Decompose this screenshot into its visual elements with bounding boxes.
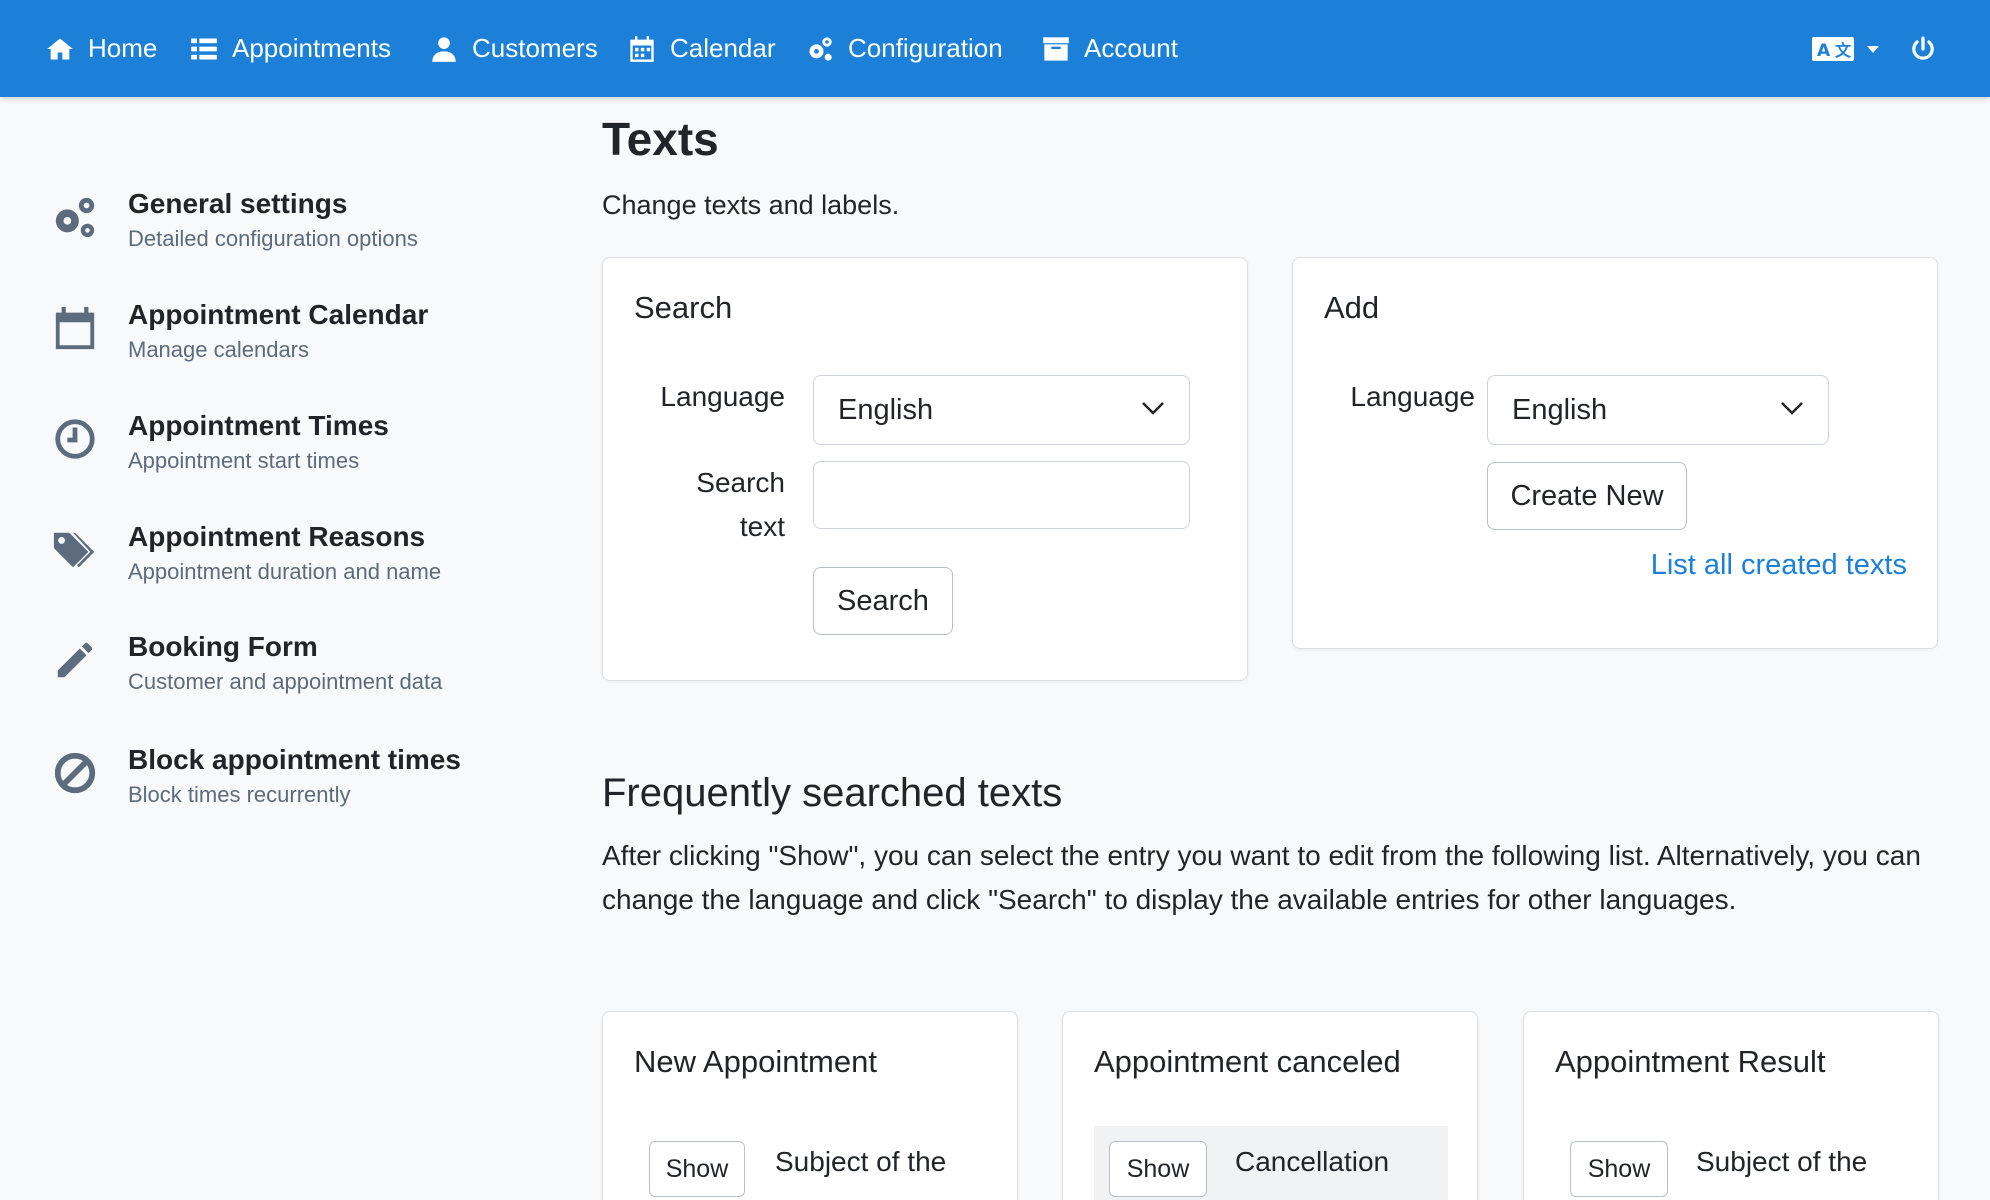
cogs-icon <box>809 36 832 61</box>
add-language-value: English <box>1512 393 1608 426</box>
frequent-card-appointment-canceled: Appointment canceled Show Cancellation <box>1062 1011 1478 1200</box>
page-lead: Change texts and labels. <box>602 190 900 220</box>
archive-icon <box>1043 36 1069 61</box>
sidebar-item-booking-form[interactable]: Booking Form Customer and appointment da… <box>52 631 512 721</box>
sidebar-item-title: Booking Form <box>128 631 318 662</box>
chevron-down-icon <box>1781 402 1803 415</box>
frequent-card-title: New Appointment <box>634 1044 877 1079</box>
svg-text:文: 文 <box>1835 41 1852 60</box>
frequent-card-title: Appointment canceled <box>1094 1044 1401 1079</box>
entry-text: Subject of the <box>775 1146 947 1177</box>
nav-calendar[interactable]: Calendar <box>628 0 776 97</box>
sidebar-item-appointment-calendar[interactable]: Appointment Calendar Manage calendars <box>52 299 512 389</box>
sidebar-item-subtitle: Customer and appointment data <box>128 669 443 694</box>
add-language-select[interactable]: English <box>1487 375 1829 445</box>
search-language-value: English <box>838 393 934 426</box>
add-language-label: Language <box>1350 381 1475 412</box>
search-button[interactable]: Search <box>813 567 953 635</box>
show-button[interactable]: Show <box>649 1141 745 1197</box>
power-icon <box>1912 36 1934 60</box>
svg-text:A: A <box>1817 41 1831 61</box>
sidebar-item-subtitle: Detailed configuration options <box>128 226 418 251</box>
pencil-icon <box>52 637 98 683</box>
user-icon <box>432 36 456 62</box>
language-icon: A文 <box>1812 36 1854 61</box>
show-button[interactable]: Show <box>1570 1141 1668 1197</box>
nav-home[interactable]: Home <box>46 0 157 97</box>
top-navbar: Home Appointments Customers Calendar Con… <box>0 0 1990 97</box>
clock-icon <box>52 416 98 462</box>
frequent-description: After clicking "Show", you can select th… <box>602 840 1921 915</box>
nav-configuration-label: Configuration <box>848 33 1003 63</box>
sidebar-item-appointment-reasons[interactable]: Appointment Reasons Appointment duration… <box>52 521 512 611</box>
tags-icon <box>52 527 98 573</box>
sidebar-item-subtitle: Block times recurrently <box>128 782 351 807</box>
sidebar-item-general-settings[interactable]: General settings Detailed configuration … <box>52 188 512 278</box>
logout-button[interactable] <box>1910 0 1936 97</box>
sidebar-item-title: Appointment Calendar <box>128 299 429 330</box>
calendar-icon <box>52 305 98 351</box>
nav-account-label: Account <box>1084 33 1178 63</box>
sidebar-item-subtitle: Manage calendars <box>128 337 310 362</box>
calendar-icon <box>630 35 654 62</box>
page-title: Texts <box>602 113 719 165</box>
frequent-title: Frequently searched texts <box>602 771 1063 815</box>
nav-customers-label: Customers <box>472 33 598 63</box>
add-card: Add Language English Create New List all… <box>1292 257 1938 649</box>
cogs-icon <box>52 194 98 240</box>
show-button[interactable]: Show <box>1109 1141 1207 1197</box>
sidebar-item-subtitle: Appointment duration and name <box>128 559 442 584</box>
nav-calendar-label: Calendar <box>670 33 776 63</box>
list-icon <box>191 38 217 59</box>
nav-appointments[interactable]: Appointments <box>190 0 391 97</box>
language-dropdown[interactable]: A文 <box>1812 0 1880 97</box>
create-new-button[interactable]: Create New <box>1487 462 1687 530</box>
nav-customers[interactable]: Customers <box>430 0 598 97</box>
frequent-card-appointment-result: Appointment Result Show Subject of the <box>1523 1011 1939 1200</box>
search-language-select[interactable]: English <box>813 375 1190 445</box>
frequent-card-title: Appointment Result <box>1555 1044 1826 1079</box>
sidebar-item-subtitle: Appointment start times <box>128 448 360 473</box>
sidebar-item-block-appointment-times[interactable]: Block appointment times Block times recu… <box>52 744 512 834</box>
caret-down-icon <box>1867 45 1879 53</box>
add-card-title: Add <box>1324 290 1380 325</box>
ban-icon <box>52 750 98 796</box>
chevron-down-icon <box>1142 402 1164 415</box>
nav-account[interactable]: Account <box>1042 0 1178 97</box>
nav-appointments-label: Appointments <box>232 33 391 63</box>
search-text-label-line1: Search <box>696 467 785 498</box>
home-icon <box>47 38 73 59</box>
list-all-texts-link[interactable]: List all created texts <box>1651 549 1907 582</box>
search-text-label: Search text <box>623 461 785 549</box>
sidebar-item-title: General settings <box>128 188 348 219</box>
sidebar-item-appointment-times[interactable]: Appointment Times Appointment start time… <box>52 410 512 500</box>
search-card-title: Search <box>634 290 733 325</box>
sidebar-item-title: Appointment Times <box>128 410 389 441</box>
sidebar-item-title: Appointment Reasons <box>128 521 426 552</box>
search-text-label-line2: text <box>739 511 785 542</box>
search-card: Search Language English Search text Searc… <box>602 257 1248 681</box>
search-input[interactable] <box>813 461 1190 529</box>
sidebar-item-title: Block appointment times <box>128 744 461 775</box>
entry-text: Cancellation <box>1235 1146 1390 1177</box>
frequent-card-new-appointment: New Appointment Show Subject of the <box>602 1011 1018 1200</box>
entry-text: Subject of the <box>1696 1146 1868 1177</box>
nav-configuration[interactable]: Configuration <box>806 0 1003 97</box>
nav-home-label: Home <box>88 33 158 63</box>
search-language-label: Language <box>660 381 785 412</box>
